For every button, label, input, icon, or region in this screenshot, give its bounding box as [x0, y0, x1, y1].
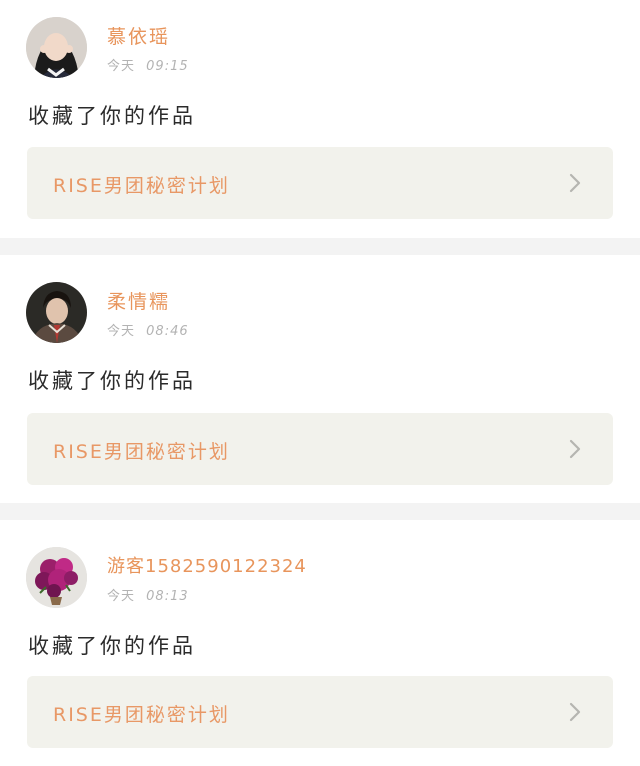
timestamp: 今天 08:46: [107, 320, 189, 339]
user-name[interactable]: 慕依瑶: [107, 22, 170, 49]
user-avatar[interactable]: [26, 547, 87, 608]
work-title: RISE男团秘密计划: [53, 175, 230, 197]
time-prefix: 今天: [107, 59, 136, 74]
timestamp: 今天 09:15: [107, 55, 189, 74]
user-avatar[interactable]: [26, 17, 87, 78]
notification-card: 游客1582590122324 今天 08:13 收藏了你的作品 RISE男团秘…: [0, 520, 640, 766]
notification-card: 柔情糯 今天 08:46 收藏了你的作品 RISE男团秘密计划: [0, 255, 640, 503]
user-avatar[interactable]: [26, 282, 87, 343]
user-name[interactable]: 游客1582590122324: [107, 552, 307, 578]
action-text: 收藏了你的作品: [28, 369, 196, 393]
time-value: 08:46: [146, 324, 189, 339]
avatar-girl-photo: [26, 17, 87, 78]
notification-card: 慕依瑶 今天 09:15 收藏了你的作品 RISE男团秘密计划: [0, 0, 640, 238]
action-text: 收藏了你的作品: [28, 634, 196, 658]
work-title: RISE男团秘密计划: [53, 704, 230, 726]
separator: [0, 238, 640, 255]
time-value: 09:15: [146, 59, 189, 74]
action-text: 收藏了你的作品: [28, 104, 196, 128]
work-title: RISE男团秘密计划: [53, 441, 230, 463]
avatar-flower-photo: [26, 547, 87, 608]
time-value: 08:13: [146, 589, 189, 604]
avatar-boy-photo: [26, 282, 87, 343]
timestamp: 今天 08:13: [107, 585, 189, 604]
user-name[interactable]: 柔情糯: [107, 287, 170, 314]
chevron-right-icon: [569, 439, 581, 459]
chevron-right-icon: [569, 173, 581, 193]
time-prefix: 今天: [107, 324, 136, 339]
time-prefix: 今天: [107, 589, 136, 604]
chevron-right-icon: [569, 702, 581, 722]
work-link[interactable]: RISE男团秘密计划: [27, 413, 613, 485]
work-link[interactable]: RISE男团秘密计划: [27, 676, 613, 748]
separator: [0, 503, 640, 520]
work-link[interactable]: RISE男团秘密计划: [27, 147, 613, 219]
